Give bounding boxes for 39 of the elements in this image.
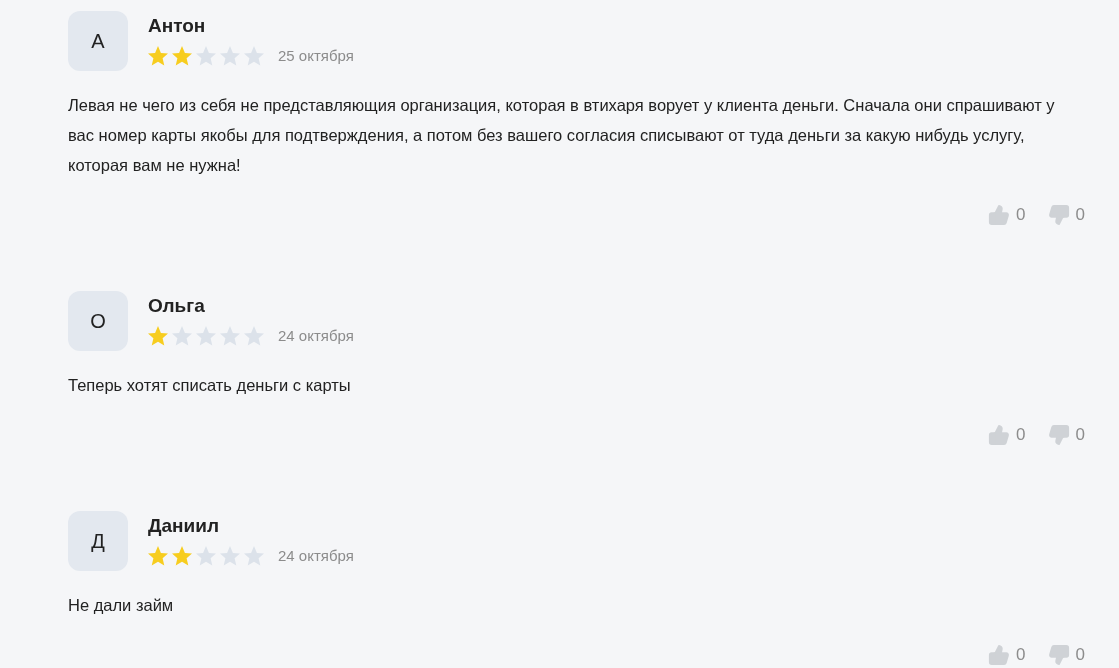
thumbs-up-icon xyxy=(988,204,1011,226)
review-text: Не дали займ xyxy=(68,595,175,616)
avatar: А xyxy=(68,11,128,71)
like-button[interactable]: 0 xyxy=(988,642,1026,668)
avatar: Д xyxy=(68,511,128,571)
reviewer-name: Антон xyxy=(148,14,207,37)
empty-star-icon xyxy=(196,326,216,346)
empty-star-icon xyxy=(220,326,240,346)
review-text: Левая не чего из себя не представляющия организация, которая в втихаря ворует у клиента деньги. Сначала они спрашивают у вас номер карты якобы для подтверждения, а потом без вашего согласия списывают от туда деньги за какую нибудь услугу, которая вам не нужна! xyxy=(68,95,1056,176)
dislike-button[interactable]: 0 xyxy=(1047,642,1085,668)
empty-star-icon xyxy=(244,326,264,346)
review-text: Теперь хотят списать деньги с карты xyxy=(68,375,352,396)
reviewer-name: Даниил xyxy=(148,514,220,537)
empty-star-icon xyxy=(244,46,264,66)
thumbs-down-icon xyxy=(1047,424,1070,446)
empty-star-icon xyxy=(244,546,264,566)
filled-star-icon xyxy=(148,326,168,346)
thumbs-up-icon xyxy=(988,644,1011,666)
review-date: 24 октября xyxy=(278,545,354,566)
review-date: 24 октября xyxy=(278,325,354,346)
like-button[interactable]: 0 xyxy=(988,422,1026,448)
empty-star-icon xyxy=(220,546,240,566)
empty-star-icon xyxy=(196,546,216,566)
filled-star-icon xyxy=(148,46,168,66)
filled-star-icon xyxy=(172,46,192,66)
thumbs-down-icon xyxy=(1047,644,1070,666)
empty-star-icon xyxy=(172,326,192,346)
filled-star-icon xyxy=(172,546,192,566)
review-date: 25 октября xyxy=(278,45,354,66)
empty-star-icon xyxy=(196,46,216,66)
like-button[interactable]: 0 xyxy=(988,202,1026,228)
filled-star-icon xyxy=(148,546,168,566)
empty-star-icon xyxy=(220,46,240,66)
dislike-button[interactable]: 0 xyxy=(1047,202,1085,228)
reviewer-name: Ольга xyxy=(148,294,206,317)
avatar: О xyxy=(68,291,128,351)
thumbs-down-icon xyxy=(1047,204,1070,226)
thumbs-up-icon xyxy=(988,424,1011,446)
dislike-button[interactable]: 0 xyxy=(1047,422,1085,448)
